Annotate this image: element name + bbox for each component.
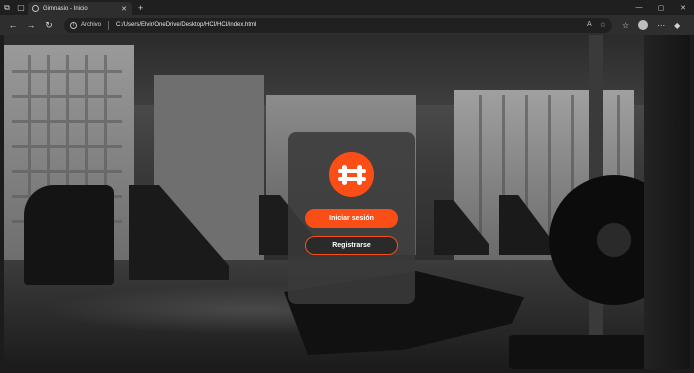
minimize-icon[interactable]: —: [628, 0, 650, 15]
globe-icon: [32, 5, 39, 12]
new-tab-button[interactable]: +: [138, 3, 143, 13]
favorite-star-icon[interactable]: ☆: [600, 21, 606, 29]
forward-icon[interactable]: →: [22, 15, 40, 35]
gym-logo-glyph: [337, 164, 366, 185]
browser-toolbar: ← → ↻ i Archivo C:/Users/Elvir/OneDrive/…: [0, 15, 694, 35]
workspaces-icon[interactable]: ⧉: [0, 0, 14, 15]
tab-actions-icon[interactable]: ▢: [14, 0, 28, 15]
tab-gimnasio[interactable]: Gimnasio - Inicio ✕: [28, 2, 132, 15]
address-url[interactable]: C:/Users/Elvir/OneDrive/Desktop/HCI/HCI/…: [116, 22, 256, 28]
register-button[interactable]: Registrarse: [305, 236, 398, 255]
address-bar[interactable]: i Archivo C:/Users/Elvir/OneDrive/Deskto…: [64, 17, 612, 33]
maximize-icon[interactable]: ▢: [650, 0, 672, 15]
read-aloud-icon[interactable]: A: [587, 21, 592, 29]
more-menu-icon[interactable]: ⋯: [657, 21, 665, 30]
favorites-icon[interactable]: ☆: [622, 21, 629, 30]
close-tab-icon[interactable]: ✕: [121, 5, 127, 13]
gym-floor-equipment: [509, 335, 659, 369]
address-divider: [108, 20, 110, 30]
login-button[interactable]: Iniciar sesión: [305, 209, 398, 228]
page-viewport: Iniciar sesión Registrarse: [4, 35, 690, 369]
copilot-icon[interactable]: ◆: [674, 21, 680, 30]
welcome-card: Iniciar sesión Registrarse: [288, 132, 415, 304]
window-controls: — ▢ ✕: [628, 0, 694, 15]
gym-logo-icon: [329, 152, 374, 197]
gym-elliptical-machine: [24, 185, 114, 285]
info-icon[interactable]: i: [70, 21, 77, 29]
browser-titlebar: ⧉ ▢ Gimnasio - Inicio ✕ + — ▢ ✕: [0, 0, 694, 15]
toolbar-right: ☆ ⋯ ◆: [622, 20, 680, 30]
address-actions: A ☆: [587, 21, 606, 29]
gym-rack: [644, 35, 690, 369]
profile-avatar[interactable]: [638, 20, 649, 30]
tab-title: Gimnasio - Inicio: [43, 5, 88, 12]
address-scheme: Archivo: [81, 22, 102, 28]
back-icon[interactable]: ←: [4, 15, 22, 35]
refresh-icon[interactable]: ↻: [40, 15, 58, 35]
close-window-icon[interactable]: ✕: [672, 0, 694, 15]
